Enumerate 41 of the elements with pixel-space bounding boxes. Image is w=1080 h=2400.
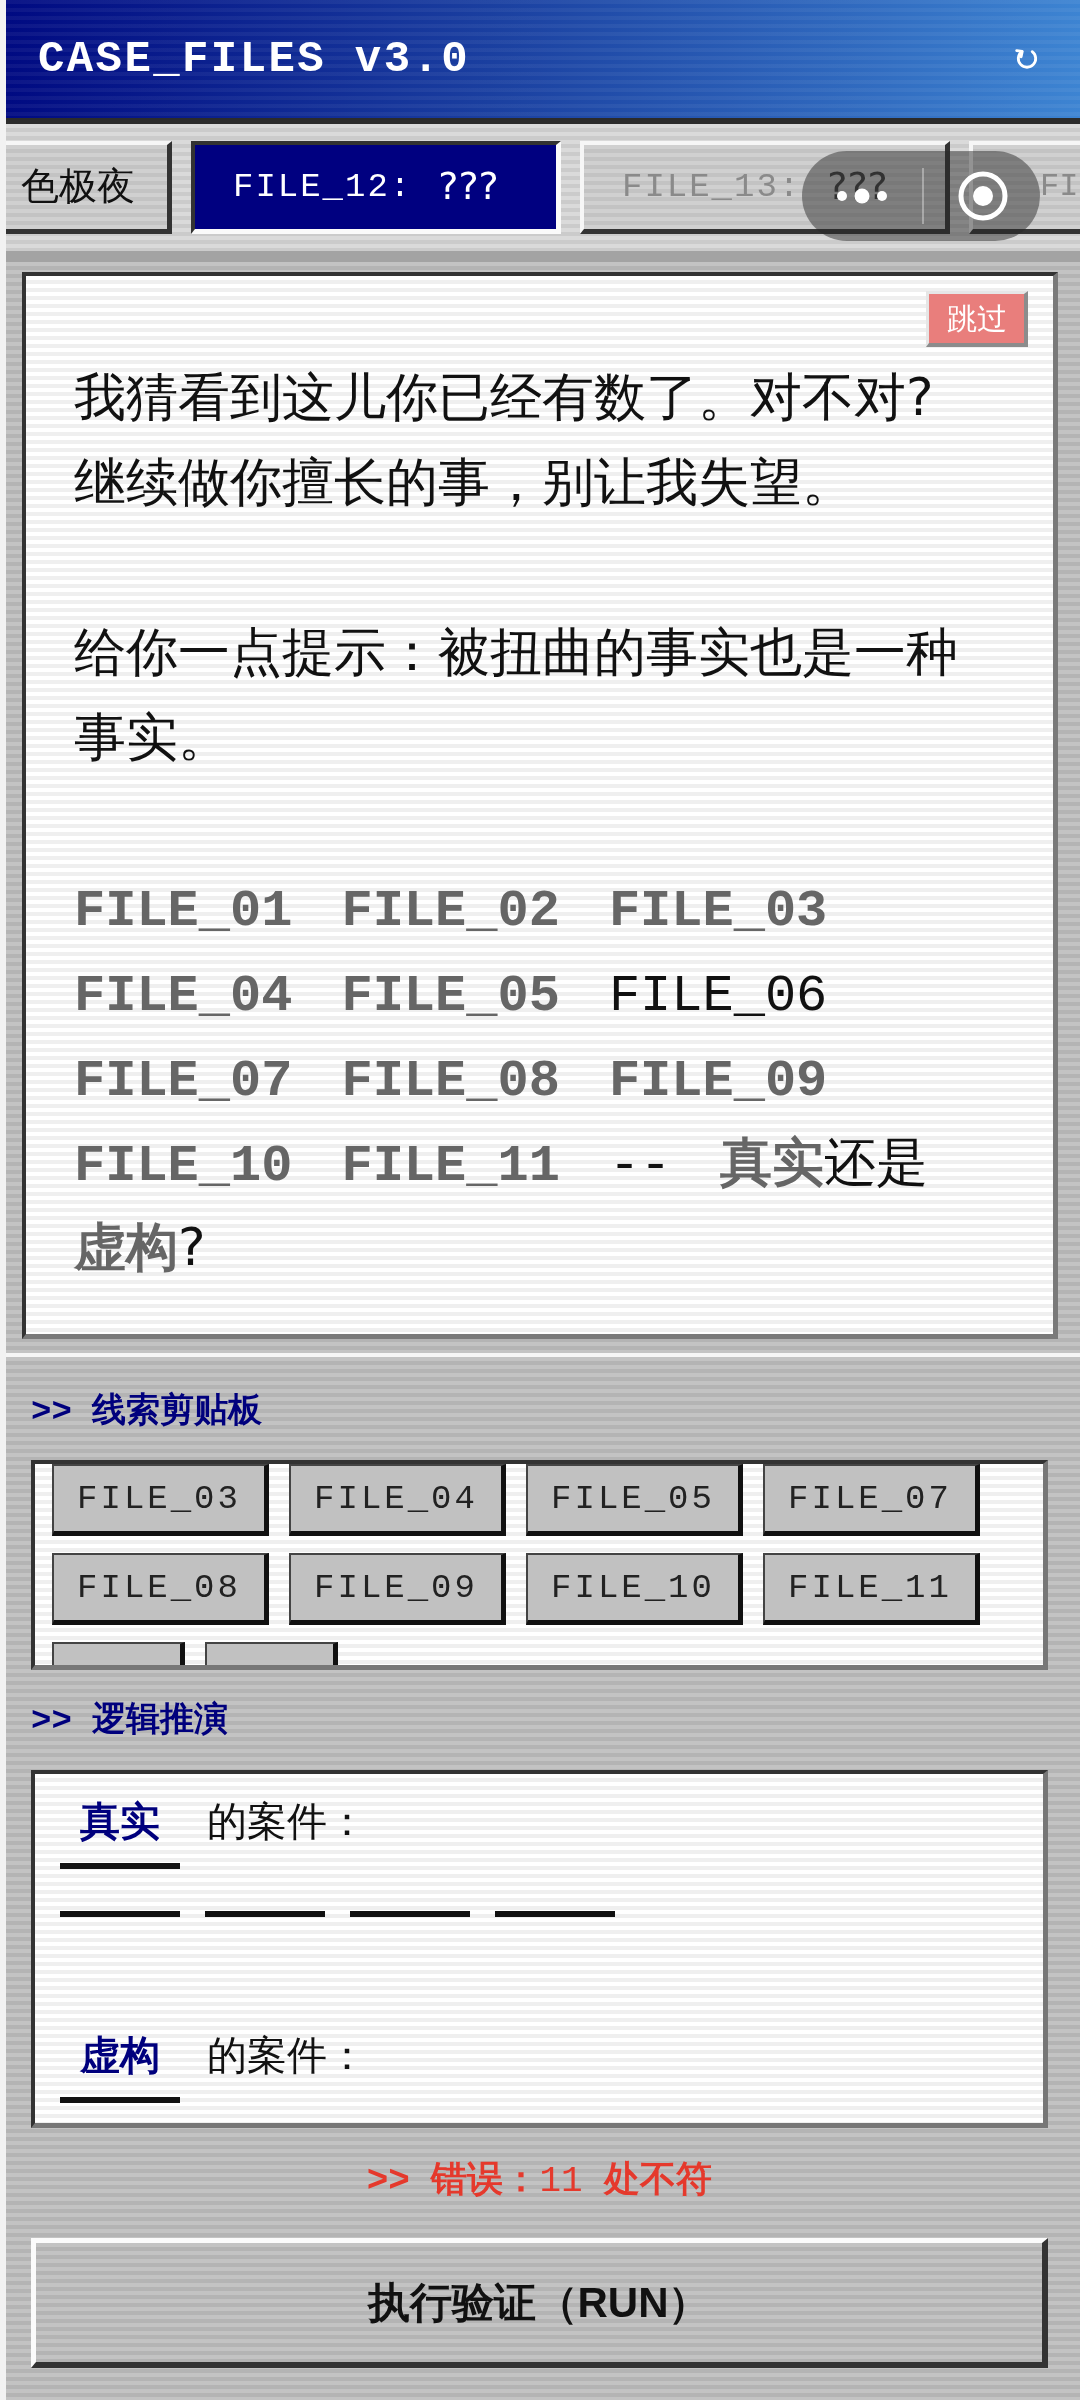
clue-word[interactable]: FILE_08 bbox=[341, 1050, 560, 1114]
category-slot[interactable]: 真实 bbox=[60, 1797, 180, 1869]
clue-chip[interactable]: FILE_05 bbox=[526, 1464, 743, 1536]
clue-chip[interactable]: FILE_09 bbox=[289, 1553, 506, 1625]
story-text: -- bbox=[608, 1136, 672, 1198]
clue-chip[interactable]: FILE_10 bbox=[526, 1553, 743, 1625]
clue-word[interactable]: FILE_09 bbox=[608, 1050, 828, 1114]
message-paragraph: 给你一点提示：被扭曲的事实也是一种事实。 bbox=[74, 621, 959, 769]
section-heading: >> 线索剪贴板 bbox=[31, 1390, 263, 1433]
clue-word[interactable]: FILE_02 bbox=[341, 880, 560, 944]
clue-word[interactable]: 虚构 bbox=[74, 1215, 178, 1279]
clue-word[interactable]: FILE_07 bbox=[74, 1050, 293, 1114]
category-slot[interactable]: 虚构 bbox=[60, 2031, 180, 2103]
run-button[interactable]: 执行验证（RUN） bbox=[31, 2238, 1048, 2368]
clue-chip[interactable] bbox=[205, 1642, 338, 1665]
category-suffix: 的案件： bbox=[207, 2031, 367, 2079]
message-paragraph: 我猜看到这儿你已经有数了。对不对? 继续做你擅长的事，别让我失望。 bbox=[74, 366, 935, 514]
clue-word[interactable]: FILE_05 bbox=[341, 965, 560, 1029]
clue-word[interactable]: FILE_10 bbox=[74, 1135, 293, 1199]
clue-word[interactable]: FILE_01 bbox=[74, 880, 293, 944]
clue-chip[interactable]: FILE_11 bbox=[763, 1553, 980, 1625]
clue-word[interactable]: FILE_03 bbox=[608, 880, 828, 944]
app-title: CASE_FILES v3.0 bbox=[38, 32, 471, 86]
story-text: ? bbox=[178, 1216, 206, 1279]
clue-chip[interactable]: FILE_03 bbox=[52, 1464, 269, 1536]
clue-chip[interactable] bbox=[52, 1642, 185, 1665]
file-tab[interactable]: 色极夜 bbox=[6, 141, 172, 234]
clue-chip[interactable]: FILE_07 bbox=[763, 1464, 980, 1536]
clue-chip[interactable]: FILE_04 bbox=[289, 1464, 506, 1536]
story-text: 还是 bbox=[824, 1131, 929, 1194]
section-heading: >> 逻辑推演 bbox=[31, 1699, 229, 1742]
clue-word[interactable]: FILE_04 bbox=[74, 965, 293, 1029]
story-text: FILE_06 bbox=[608, 966, 828, 1028]
clue-word[interactable]: 真实 bbox=[720, 1130, 825, 1194]
category-suffix: 的案件： bbox=[207, 1797, 367, 1845]
refresh-icon[interactable] bbox=[1014, 46, 1040, 72]
clue-word[interactable]: FILE_11 bbox=[341, 1135, 560, 1199]
error-message: >> 错误：11 处不符 bbox=[366, 2159, 713, 2204]
ring-dot-icon[interactable] bbox=[958, 171, 1008, 221]
clue-chip[interactable]: FILE_08 bbox=[52, 1553, 269, 1625]
file-tab[interactable]: FILE_12: ??? bbox=[191, 141, 561, 234]
